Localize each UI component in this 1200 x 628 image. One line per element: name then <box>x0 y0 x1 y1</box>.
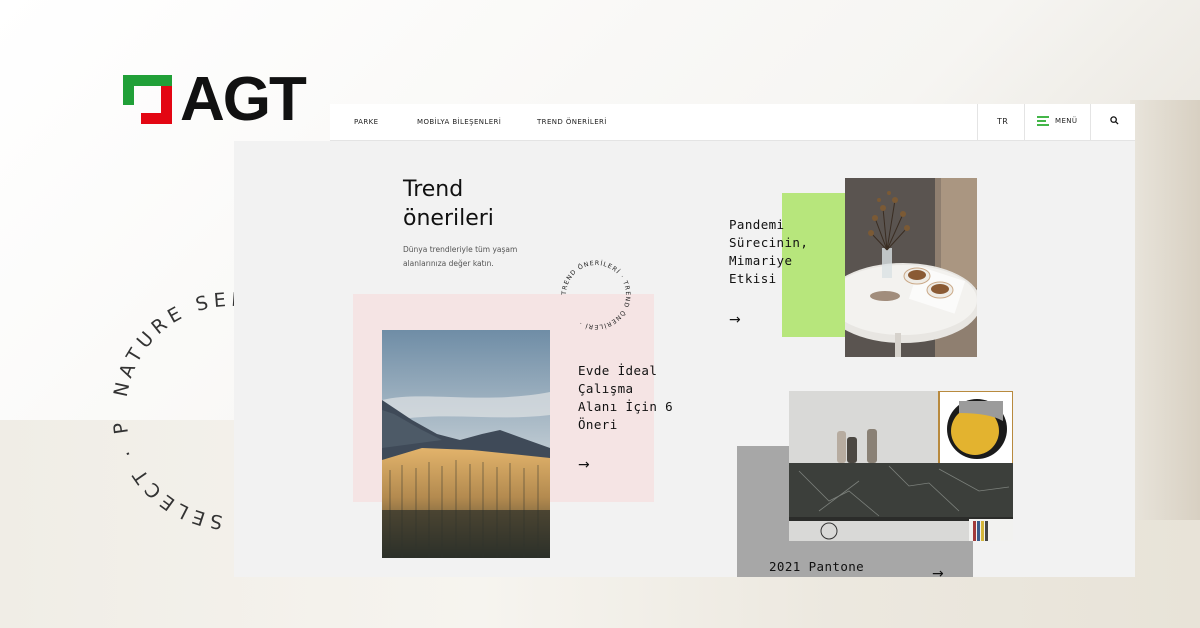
nav-item-parke[interactable]: PARKE <box>354 118 378 126</box>
language-switch[interactable]: TR <box>997 117 1008 126</box>
nav-item-mobilya[interactable]: MOBİLYA BİLEŞENLERİ <box>417 118 501 126</box>
trend-badge-ring: TREND ÖNERİLERİ · TREND ÖNERİLERİ · <box>561 258 631 331</box>
nav-divider <box>1024 104 1025 141</box>
coffee-photo[interactable] <box>845 178 977 357</box>
agt-logo: AGT <box>123 65 307 134</box>
brand-name: AGT <box>180 65 307 134</box>
page-subtitle: Dünya trendleriyle tüm yaşam alanlarınız… <box>403 245 518 268</box>
svg-text:TREND ÖNERİLERİ · TREND ÖNERİL: TREND ÖNERİLERİ · TREND ÖNERİLERİ · <box>561 258 631 331</box>
nav-item-trend[interactable]: TREND ÖNERİLERİ <box>537 118 607 126</box>
nav-divider <box>1090 104 1091 141</box>
nav-divider <box>977 104 978 141</box>
mountain-photo[interactable] <box>382 330 550 558</box>
top-nav: PARKE MOBİLYA BİLEŞENLERİ TREND ÖNERİLER… <box>330 104 1135 141</box>
search-button[interactable] <box>1110 116 1119 127</box>
menu-label: MENÜ <box>1055 116 1078 125</box>
agt-logo-mark-icon <box>123 75 172 124</box>
arrow-right-icon[interactable]: → <box>729 312 741 328</box>
search-icon <box>1110 116 1119 125</box>
page-title: Trend önerileri <box>403 177 494 231</box>
card-title-work-space[interactable]: Evde İdeal Çalışma Alanı İçin 6 Öneri <box>578 362 673 434</box>
badge-text: TREND ÖNERİLERİ · TREND ÖNERİLERİ · <box>561 258 630 331</box>
background-band-right <box>1130 100 1200 520</box>
card-title-pantone[interactable]: 2021 Pantone <box>769 558 864 576</box>
menu-button[interactable]: MENÜ <box>1037 116 1078 126</box>
arrow-right-icon[interactable]: → <box>932 566 944 577</box>
page-content: Trend önerileri Dünya trendleriyle tüm y… <box>234 141 1135 577</box>
cabinet-photo[interactable] <box>789 391 1013 541</box>
arrow-right-icon[interactable]: → <box>578 457 590 473</box>
card-title-pandemic[interactable]: Pandemi Sürecinin, Mimariye Etkisi <box>729 216 808 288</box>
hamburger-icon <box>1037 116 1049 126</box>
